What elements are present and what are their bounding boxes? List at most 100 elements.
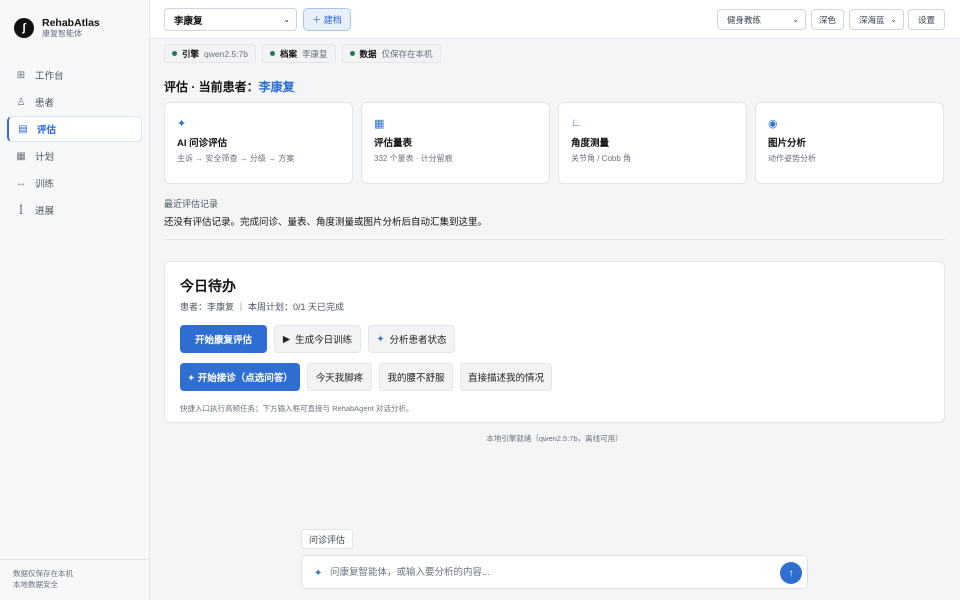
quick-reply-button[interactable]: 今天我脚疼 (307, 363, 372, 391)
intake-quick-replies: ✦ 开始接诊（点选问答） 今天我脚疼 我的腰不舒服 直接描述我的情况 (180, 363, 929, 391)
quick-reply-button[interactable]: 我的腰不舒服 (379, 363, 453, 391)
calendar-icon: ▦ (16, 150, 26, 162)
start-assessment-button[interactable]: 开始康复评估 (180, 325, 267, 353)
card-desc: 主诉 → 安全筛查 → 分级 → 方案 (177, 154, 295, 163)
chip-value: qwen2.5:7b (204, 48, 248, 59)
status-dot-icon (172, 51, 177, 56)
send-button[interactable]: ↑ (780, 562, 802, 584)
brand[interactable]: ʃ RehabAtlas 康复智能体 (0, 0, 149, 42)
chat-composer: ✦ ↑ (301, 555, 808, 589)
card-title: 评估量表 (374, 138, 413, 149)
sidebar-item-label: 评估 (37, 125, 57, 136)
chip-key: 引擎 (182, 48, 200, 59)
analyze-patient-button[interactable]: ✦ 分析患者状态 (368, 325, 455, 353)
sidebar-item-plan[interactable]: ▦ 计划 (7, 143, 142, 169)
generate-training-button[interactable]: ▶ 生成今日训练 (274, 325, 361, 353)
arrows-icon: ↔ (16, 177, 26, 189)
divider (164, 239, 945, 240)
card-title: 图片分析 (768, 138, 807, 149)
app-subtitle: 康复智能体 (42, 29, 82, 38)
play-icon: ▶ (282, 333, 291, 345)
button-label: 分析患者状态 (389, 335, 447, 346)
start-intake-button[interactable]: ✦ 开始接诊（点选问答） (180, 363, 300, 391)
person-icon: ♙ (16, 96, 26, 108)
recent-records-label: 最近评估记录 (164, 199, 219, 209)
sparkle-icon: ✦ (314, 568, 323, 579)
todo-meta: 患者：李康复 ｜ 本周计划：0/1 天已完成 (180, 302, 345, 312)
sidebar-item-label: 患者 (35, 98, 55, 109)
status-chip-engine: 引擎 qwen2.5:7b (164, 44, 256, 63)
sidebar-nav: ⊞ 工作台 ♙ 患者 ▤ 评估 ▦ 计划 ↔ 训练 ⫿ 进展 (0, 62, 149, 223)
sidebar-item-progress[interactable]: ⫿ 进展 (7, 197, 142, 223)
card-desc: 动作姿势分析 (768, 154, 816, 163)
recent-records-empty: 还没有评估记录。完成问诊、量表、角度测量或图片分析后自动汇集到这里。 (164, 217, 488, 228)
chip-key: 档案 (279, 48, 297, 59)
topbar: 李康复 ⌄ ＋ 建档 健身教练 ⌄ 深色 深海蓝 ⌄ 设置 (150, 0, 960, 39)
sidebar-item-label: 工作台 (35, 71, 64, 82)
sidebar-item-label: 进展 (35, 206, 55, 217)
status-chips: 引擎 qwen2.5:7b 档案 李康复 数据 仅保存在本机 (164, 44, 945, 64)
grid-icon: ⊞ (16, 69, 26, 81)
angle-icon: ∟ (571, 117, 582, 129)
chevron-down-icon: ⌄ (890, 15, 897, 24)
page-title: 评估 · 当前患者：李康复 (164, 78, 945, 94)
sidebar-item-label: 计划 (35, 152, 55, 163)
sidebar-item-training[interactable]: ↔ 训练 (7, 170, 142, 196)
footer-line: 数据仅保存在本机 (13, 569, 73, 578)
card-desc: 332 个量表 · 计分留痕 (374, 154, 453, 163)
sidebar-item-label: 训练 (35, 179, 55, 190)
logo-icon: ʃ (14, 18, 34, 38)
current-patient-name: 李康复 (258, 80, 295, 94)
button-label: 生成今日训练 (295, 335, 353, 346)
settings-button[interactable]: 设置 (908, 9, 945, 30)
status-dot-icon (349, 51, 355, 56)
card-scales[interactable]: ▦ 评估量表 332 个量表 · 计分留痕 (361, 102, 550, 184)
assessment-cards: ✦ AI 问诊评估 主诉 → 安全筛查 → 分级 → 方案 ▦ 评估量表 332… (164, 102, 945, 184)
sidebar-footer: 数据仅保存在本机 本地数据安全 (0, 559, 149, 600)
card-angle-measure[interactable]: ∟ 角度测量 关节角 / Cobb 角 (558, 102, 747, 184)
status-chip-data: 数据 仅保存在本机 (341, 44, 441, 63)
sidebar-item-assessment[interactable]: ▤ 评估 (7, 116, 142, 142)
theme-select[interactable]: 深海蓝 ⌄ (849, 9, 904, 30)
engine-status: 本地引擎就绪（qwen2.5:7b，离线可用） (486, 434, 623, 443)
chip-value: 仅保存在本机 (381, 48, 433, 59)
new-file-button[interactable]: ＋ 建档 (303, 8, 351, 31)
card-image-analysis[interactable]: ◉ 图片分析 动作姿势分析 (755, 102, 944, 184)
footer-line: 本地数据安全 (13, 580, 58, 589)
chevron-down-icon: ⌄ (283, 15, 290, 24)
target-icon: ◉ (768, 118, 778, 130)
app-name: RehabAtlas (42, 17, 100, 29)
sidebar-item-workbench[interactable]: ⊞ 工作台 (7, 62, 142, 88)
arrow-up-icon: ↑ (788, 567, 794, 579)
table-icon: ▦ (374, 118, 385, 130)
page-title-prefix: 评估 · 当前患者： (164, 80, 259, 94)
chevron-down-icon: ⌄ (792, 15, 799, 24)
quick-reply-button[interactable]: 直接描述我的情况 (460, 363, 552, 391)
chat-input[interactable] (330, 556, 770, 588)
sidebar: ʃ RehabAtlas 康复智能体 ⊞ 工作台 ♙ 患者 ▤ 评估 ▦ 计划 … (0, 0, 150, 600)
dark-mode-button[interactable]: 深色 (811, 9, 844, 30)
status-chip-file: 档案 李康复 (261, 44, 336, 63)
role-select[interactable]: 健身教练 ⌄ (717, 9, 806, 30)
role-select-value: 健身教练 (727, 14, 762, 25)
todo-hint: 快捷入口执行高频任务；下方输入框可直接与 RehabAgent 对话分析。 (180, 404, 414, 413)
sparkle-icon: ✦ (177, 118, 187, 130)
chip-key: 数据 (359, 48, 377, 59)
todo-actions: 开始康复评估 ▶ 生成今日训练 ✦ 分析患者状态 (180, 325, 929, 353)
sparkle-icon: ✦ (376, 333, 385, 345)
chip-value: 李康复 (301, 48, 328, 59)
card-desc: 关节角 / Cobb 角 (571, 154, 632, 163)
main-content: 引擎 qwen2.5:7b 档案 李康复 数据 仅保存在本机 评估 · 当前患者… (164, 44, 945, 444)
status-dot-icon (269, 51, 275, 56)
sidebar-item-patients[interactable]: ♙ 患者 (7, 89, 142, 115)
card-title: 角度测量 (571, 138, 610, 149)
document-icon: ▤ (18, 123, 28, 135)
todo-panel: 今日待办 患者：李康复 ｜ 本周计划：0/1 天已完成 开始康复评估 ▶ 生成今… (164, 261, 945, 423)
theme-select-value: 深海蓝 (859, 14, 885, 25)
mode-tag[interactable]: 问诊评估 (301, 529, 353, 549)
card-title: AI 问诊评估 (177, 138, 228, 149)
bar-chart-icon: ⫿ (19, 204, 23, 216)
card-ai-intake[interactable]: ✦ AI 问诊评估 主诉 → 安全筛查 → 分级 → 方案 (164, 102, 353, 184)
patient-select-value: 李康复 (174, 15, 203, 27)
patient-select[interactable]: 李康复 ⌄ (164, 8, 297, 31)
